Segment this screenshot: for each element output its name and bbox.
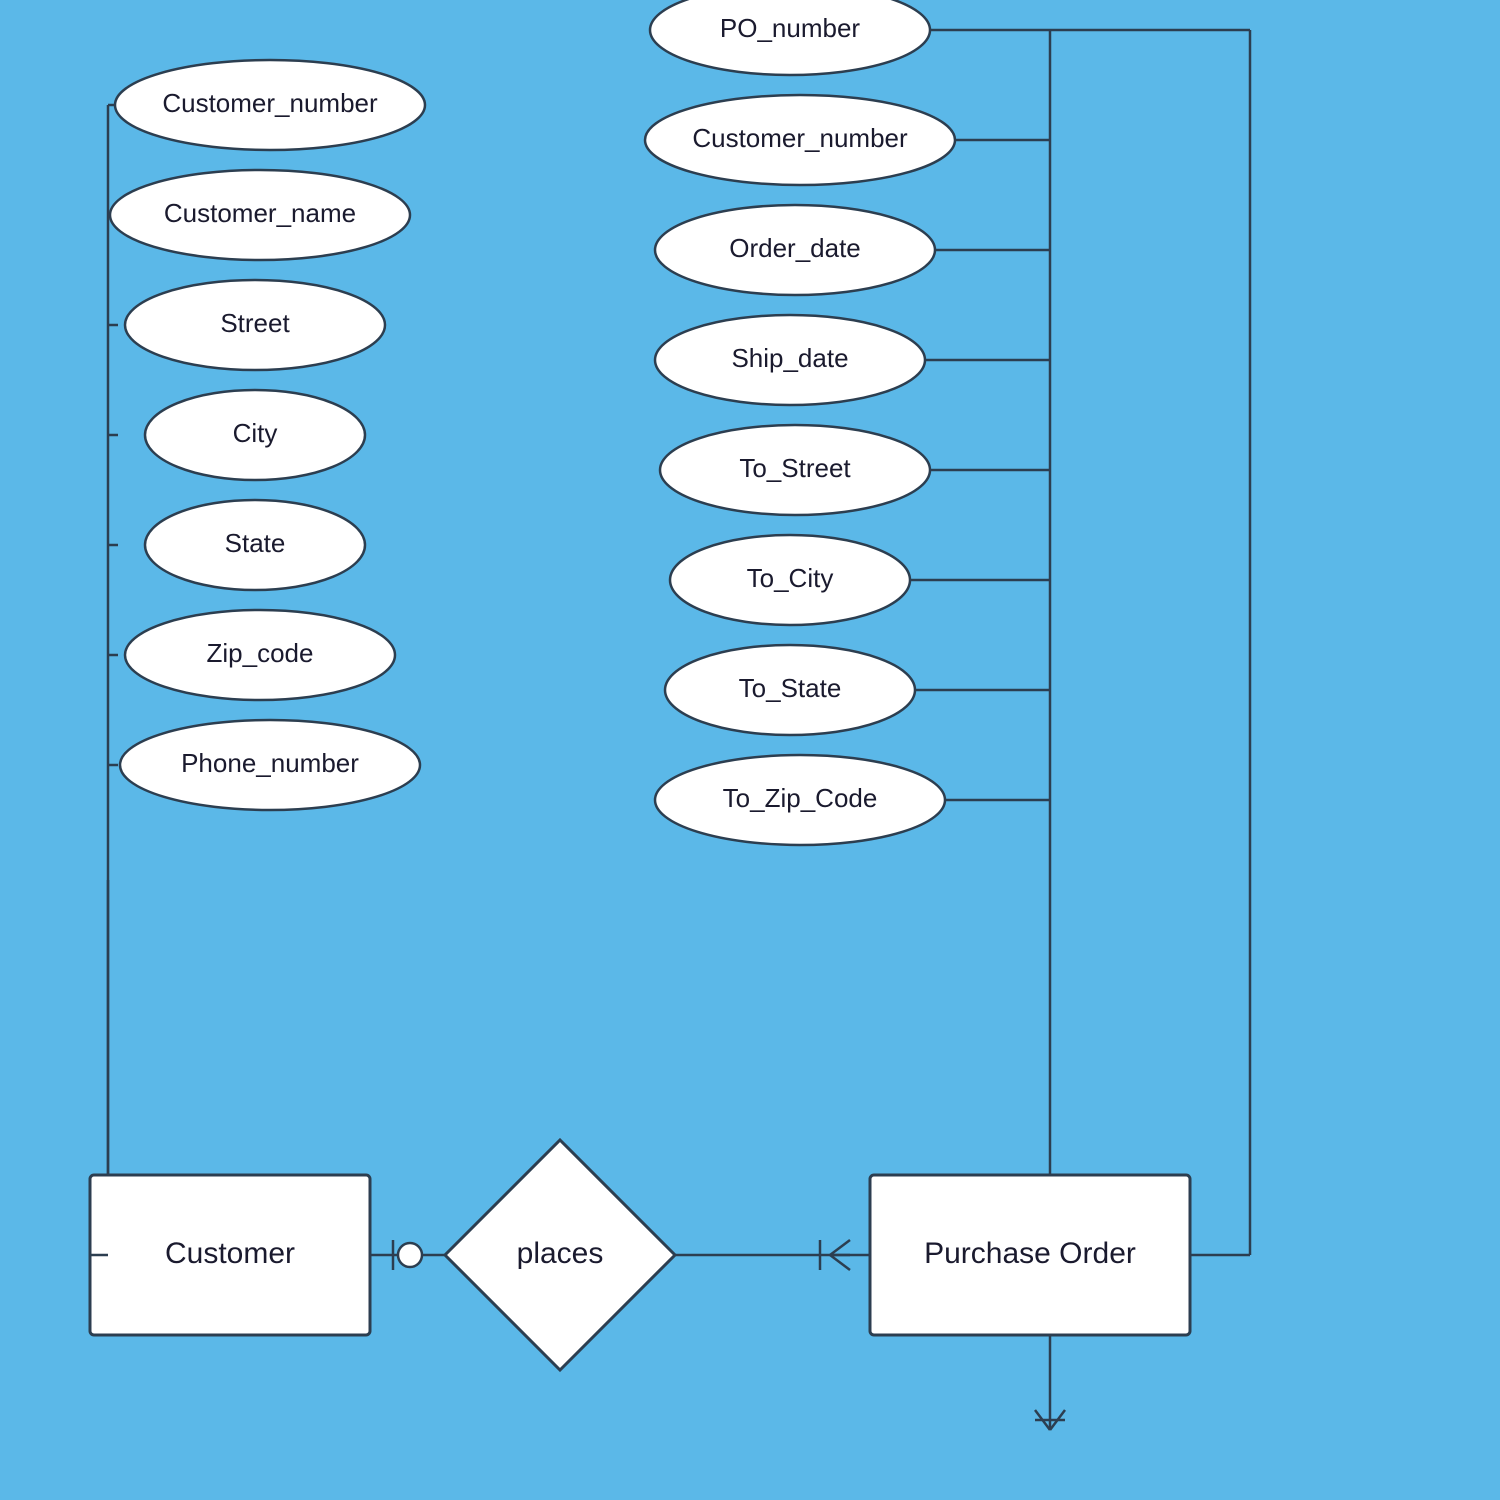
attr-to-state-label: To_State	[739, 673, 842, 703]
customer-entity-label: Customer	[165, 1237, 295, 1270]
attr-po-number-label: PO_number	[720, 13, 861, 43]
attr-zip-code-label: Zip_code	[207, 638, 314, 668]
purchase-order-entity-label: Purchase Order	[924, 1237, 1136, 1270]
places-relation-label: places	[517, 1237, 604, 1270]
attr-street-label: Street	[220, 308, 290, 338]
attr-customer-name-label: Customer_name	[164, 198, 356, 228]
diagram-container: Customer_number Customer_name Street Cit…	[0, 0, 1500, 1500]
attr-to-city-label: To_City	[747, 563, 834, 593]
attr-phone-number-label: Phone_number	[181, 748, 359, 778]
attr-city-label: City	[233, 418, 278, 448]
attr-to-street-label: To_Street	[739, 453, 851, 483]
attr-ship-date-label: Ship_date	[731, 343, 848, 373]
attr-po-customer-number-label: Customer_number	[692, 123, 908, 153]
attr-customer-number-label: Customer_number	[162, 88, 378, 118]
attr-to-zip-code-label: To_Zip_Code	[723, 783, 878, 813]
attr-state-label: State	[225, 528, 286, 558]
participation-circle-customer	[398, 1243, 422, 1267]
attr-order-date-label: Order_date	[729, 233, 861, 263]
